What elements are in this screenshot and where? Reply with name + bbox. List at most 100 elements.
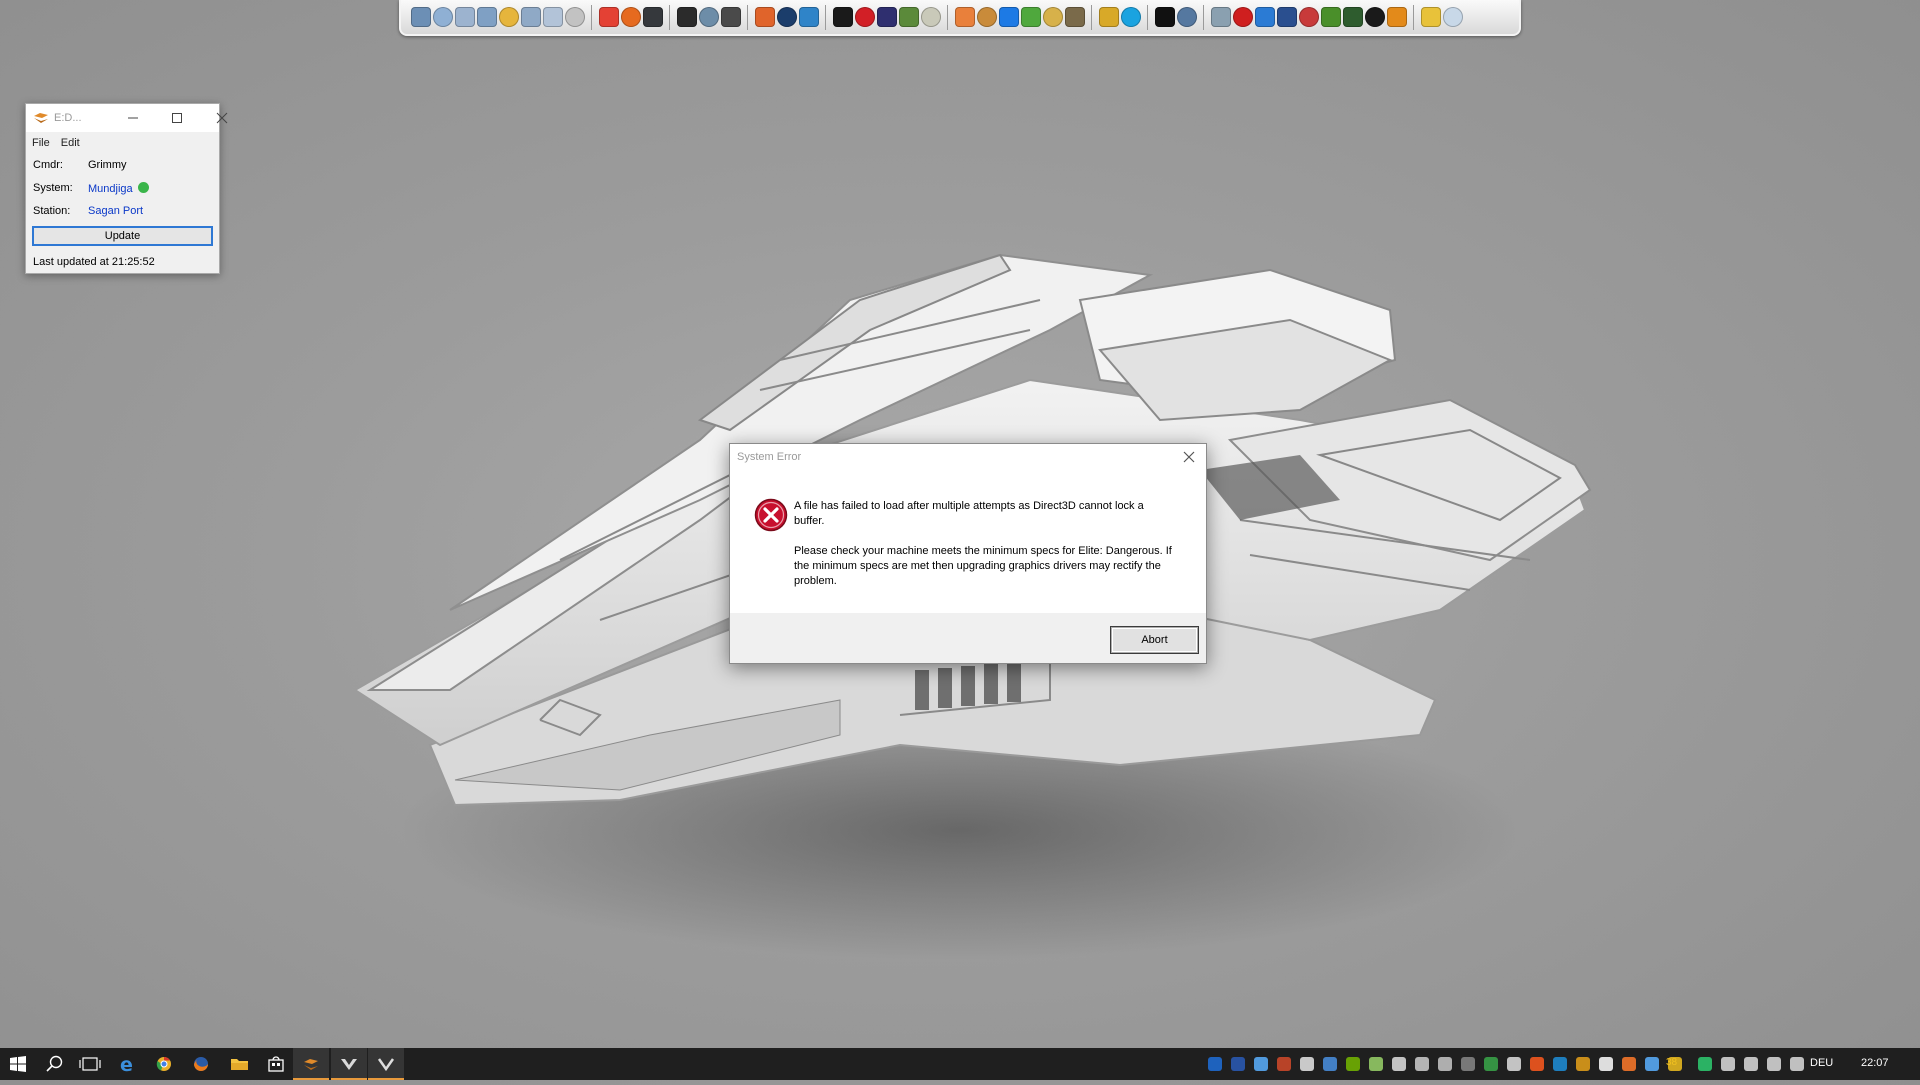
tray-icon[interactable] [1461, 1057, 1475, 1071]
dock-app-icon[interactable] [1177, 7, 1197, 27]
tray-icon[interactable] [1392, 1057, 1406, 1071]
tray-icon[interactable] [1698, 1057, 1712, 1071]
dock-app-icon[interactable] [521, 7, 541, 27]
station-link[interactable]: Sagan Port [88, 205, 143, 217]
app-icon [34, 113, 48, 123]
tray-icon[interactable] [1622, 1057, 1636, 1071]
tray-icon[interactable] [1645, 1057, 1659, 1071]
dock-app-icon[interactable] [677, 7, 697, 27]
dock-app-icon[interactable] [921, 7, 941, 27]
cmdr-value: Grimmy [88, 159, 127, 171]
dock-app-icon[interactable] [1065, 7, 1085, 27]
dock-app-icon[interactable] [1443, 7, 1463, 27]
tray-icon[interactable] [1507, 1057, 1521, 1071]
dock-app-icon[interactable] [1387, 7, 1407, 27]
system-label: System: [33, 182, 73, 194]
dock-app-icon[interactable] [1277, 7, 1297, 27]
dock-app-icon[interactable] [977, 7, 997, 27]
cmdr-label: Cmdr: [33, 159, 63, 171]
dock-app-icon[interactable] [643, 7, 663, 27]
tray-icon[interactable] [1530, 1057, 1544, 1071]
dock-separator [1203, 5, 1204, 30]
close-icon[interactable] [1182, 450, 1196, 464]
dock-app-icon[interactable] [777, 7, 797, 27]
tray-icon[interactable] [1300, 1057, 1314, 1071]
store-icon[interactable] [258, 1048, 294, 1080]
menu-edit[interactable]: Edit [61, 137, 80, 149]
update-button[interactable]: Update [32, 226, 213, 246]
dock-app-icon[interactable] [621, 7, 641, 27]
dock-separator [669, 5, 670, 30]
dock-app-icon[interactable] [855, 7, 875, 27]
dock-app-icon[interactable] [1121, 7, 1141, 27]
tray-icon[interactable] [1415, 1057, 1429, 1071]
tray-icon[interactable] [1767, 1057, 1781, 1071]
edmc-taskbar-button[interactable] [293, 1048, 329, 1080]
firefox-icon[interactable] [183, 1048, 219, 1080]
tray-icon[interactable] [1369, 1057, 1383, 1071]
language-indicator[interactable]: DEU [1810, 1057, 1833, 1069]
tray-icon[interactable] [1553, 1057, 1567, 1071]
dock-app-icon[interactable] [565, 7, 585, 27]
edge-browser-icon[interactable]: e [110, 1048, 146, 1080]
dock-app-icon[interactable] [1343, 7, 1363, 27]
dock-app-icon[interactable] [877, 7, 897, 27]
dock-app-icon[interactable] [455, 7, 475, 27]
elite-dangerous-taskbar-button[interactable] [331, 1048, 367, 1080]
tray-icon[interactable] [1346, 1057, 1360, 1071]
file-explorer-icon[interactable] [221, 1048, 257, 1080]
tray-icon[interactable] [1668, 1057, 1682, 1071]
system-link[interactable]: Mundjiga [88, 183, 133, 195]
minimize-icon[interactable] [125, 110, 141, 126]
clock[interactable]: 22:07 [1861, 1057, 1889, 1069]
task-view-icon[interactable] [72, 1048, 108, 1080]
dock-app-icon[interactable] [543, 7, 563, 27]
dock-app-icon[interactable] [1043, 7, 1063, 27]
dock-app-icon[interactable] [1211, 7, 1231, 27]
tray-icon[interactable] [1744, 1057, 1758, 1071]
dock-app-icon[interactable] [1299, 7, 1319, 27]
tray-icon[interactable] [1790, 1057, 1804, 1071]
dock-app-icon[interactable] [1255, 7, 1275, 27]
tray-icon[interactable] [1277, 1057, 1291, 1071]
close-icon[interactable] [214, 110, 230, 126]
search-icon[interactable] [36, 1048, 72, 1080]
elite-launcher-taskbar-button[interactable] [368, 1048, 404, 1080]
dock-app-icon[interactable] [1155, 7, 1175, 27]
dock-app-icon[interactable] [999, 7, 1019, 27]
dock-app-icon[interactable] [411, 7, 431, 27]
edmc-window: E:D... File Edit Cmdr: Grimmy System: Mun… [25, 103, 228, 274]
tray-icon[interactable] [1231, 1057, 1245, 1071]
dock-app-icon[interactable] [721, 7, 741, 27]
dock-app-icon[interactable] [477, 7, 497, 27]
dock-app-icon[interactable] [899, 7, 919, 27]
dock-app-icon[interactable] [799, 7, 819, 27]
dock-app-icon[interactable] [1365, 7, 1385, 27]
dock-app-icon[interactable] [599, 7, 619, 27]
dock-app-icon[interactable] [1099, 7, 1119, 27]
dock-app-icon[interactable] [1421, 7, 1441, 27]
dock-app-icon[interactable] [499, 7, 519, 27]
window-titlebar[interactable]: E:D... [26, 104, 228, 132]
tray-icon[interactable] [1254, 1057, 1268, 1071]
maximize-icon[interactable] [169, 110, 185, 126]
chrome-icon[interactable] [146, 1048, 182, 1080]
dock-app-icon[interactable] [833, 7, 853, 27]
abort-button[interactable]: Abort [1111, 627, 1198, 653]
tray-icon[interactable] [1576, 1057, 1590, 1071]
dock-app-icon[interactable] [433, 7, 453, 27]
dock-app-icon[interactable] [699, 7, 719, 27]
tray-icon[interactable] [1208, 1057, 1222, 1071]
dock-app-icon[interactable] [755, 7, 775, 27]
tray-icon[interactable] [1323, 1057, 1337, 1071]
tray-icon[interactable] [1721, 1057, 1735, 1071]
dock-app-icon[interactable] [1233, 7, 1253, 27]
tray-icon[interactable] [1599, 1057, 1613, 1071]
windows-start-icon[interactable] [0, 1048, 36, 1080]
dock-app-icon[interactable] [1321, 7, 1341, 27]
menu-file[interactable]: File [32, 137, 50, 149]
tray-icon[interactable] [1438, 1057, 1452, 1071]
tray-icon[interactable] [1484, 1057, 1498, 1071]
dock-app-icon[interactable] [1021, 7, 1041, 27]
dock-app-icon[interactable] [955, 7, 975, 27]
